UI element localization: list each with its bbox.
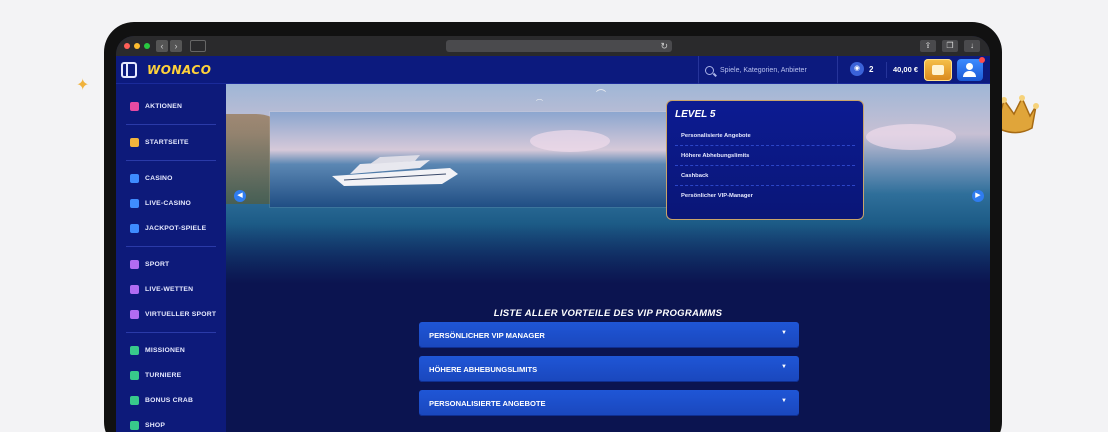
carousel-prev-button[interactable]: ◀: [234, 190, 246, 202]
vip-hero-banner: ⌒ ⌒ ◀ ▶ LEVEL 5 Personalisierte Angebote…: [226, 84, 990, 284]
tabs-icon[interactable]: ❐: [942, 40, 958, 52]
sidebar-divider: [126, 124, 216, 125]
level-benefit: Cashback: [675, 166, 855, 186]
browser-chrome: ‹ › ↻ ⇪ ❐ ↓: [116, 36, 990, 56]
close-window-icon[interactable]: [124, 43, 130, 49]
back-icon[interactable]: ‹: [156, 40, 168, 52]
missions-icon: [130, 346, 139, 355]
url-bar[interactable]: ↻: [446, 40, 672, 52]
sidebar-item-casino[interactable]: CASINO: [116, 166, 226, 191]
sidebar-item-bonus-crab[interactable]: BONUS CRAB: [116, 388, 226, 413]
seagull-icon: ⌒: [596, 90, 606, 101]
live-betting-icon: [130, 285, 139, 294]
minimize-window-icon[interactable]: [134, 43, 140, 49]
sidebar-item-label: SHOP: [145, 422, 166, 429]
shop-icon: [130, 421, 139, 430]
search-placeholder: Spiele, Kategorien, Anbieter: [720, 66, 807, 74]
sport-icon: [130, 260, 139, 269]
yacht-image: [270, 112, 670, 207]
sidebar-item-jackpot-spiele[interactable]: JACKPOT-SPIELE: [116, 216, 226, 241]
level-benefit: Personalisierte Angebote: [675, 126, 855, 146]
hero-fade: [226, 224, 990, 284]
accordion-label: PERSÖNLICHER VIP MANAGER: [429, 330, 545, 340]
accordion-personalisierte-angebote[interactable]: PERSONALISIERTE ANGEBOTE ▼: [419, 390, 799, 416]
chevron-down-icon: ▼: [781, 330, 787, 336]
accordion-label: HÖHERE ABHEBUNGSLIMITS: [429, 364, 538, 374]
forward-icon[interactable]: ›: [170, 40, 182, 52]
accordion-vip-manager[interactable]: PERSÖNLICHER VIP MANAGER ▼: [419, 322, 799, 348]
cloud-scenery: [866, 124, 956, 150]
chevron-down-icon: ▼: [781, 364, 787, 370]
sidebar-item-live-wetten[interactable]: LIVE-WETTEN: [116, 277, 226, 302]
maximize-window-icon[interactable]: [144, 43, 150, 49]
live-casino-icon: [130, 199, 139, 208]
coins-widget[interactable]: ◉ 2: [850, 62, 873, 76]
sidebar-divider: [126, 246, 216, 247]
sidebar-menu-icon[interactable]: [121, 61, 137, 78]
sidebar-item-turniere[interactable]: TURNIERE: [116, 363, 226, 388]
coin-count: 2: [869, 64, 874, 74]
sidebar-item-label: AKTIONEN: [145, 103, 183, 110]
sidebar-divider: [126, 160, 216, 161]
browser-sidebar-icon[interactable]: [190, 40, 206, 52]
laptop-frame: ‹ › ↻ ⇪ ❐ ↓ WONACO Spiele, Kategorien, A…: [104, 22, 1002, 432]
sidebar-item-aktionen[interactable]: AKTIONEN: [116, 94, 226, 119]
level-benefit: Höhere Abhebungslimits: [675, 146, 855, 166]
balance-display[interactable]: 40,00 €: [886, 62, 924, 78]
virtual-sport-icon: [130, 310, 139, 319]
reload-icon[interactable]: ↻: [660, 40, 668, 52]
browser-actions: ⇪ ❐ ↓: [920, 40, 980, 52]
sidebar-item-label: JACKPOT-SPIELE: [145, 225, 207, 232]
sidebar-item-label: LIVE-WETTEN: [145, 286, 194, 293]
wallet-button[interactable]: [924, 59, 952, 81]
yacht-icon: [332, 155, 458, 186]
cloud-scenery: [530, 130, 610, 152]
jackpot-icon: [130, 224, 139, 233]
sidebar-item-missionen[interactable]: MISSIONEN: [116, 338, 226, 363]
sidebar-item-live-casino[interactable]: LIVE-CASINO: [116, 191, 226, 216]
seagull-icon: ⌒: [536, 100, 543, 107]
home-icon: [130, 138, 139, 147]
accordion-abhebungslimits[interactable]: HÖHERE ABHEBUNGSLIMITS ▼: [419, 356, 799, 382]
search-icon: [705, 65, 714, 75]
sidebar-item-label: VIRTUELLER SPORT: [145, 311, 217, 318]
benefits-title: LISTE ALLER VORTEILE DES VIP PROGRAMMS: [493, 308, 723, 319]
sidebar-divider: [126, 332, 216, 333]
site-logo[interactable]: WONACO: [147, 63, 211, 77]
sidebar: AKTIONEN STARTSEITE CASINO LIVE-CASINO J…: [116, 84, 226, 432]
sidebar-item-label: SPORT: [145, 261, 170, 268]
notification-badge: [979, 57, 985, 63]
share-icon[interactable]: ⇪: [920, 40, 936, 52]
level-benefit: Persönlicher VIP-Manager: [681, 193, 753, 199]
sidebar-item-shop[interactable]: SHOP: [116, 413, 226, 432]
level-title: LEVEL 5: [675, 109, 716, 120]
gift-icon: [130, 102, 139, 111]
sparkle-decoration-icon: ✦: [76, 77, 90, 94]
benefits-section: LISTE ALLER VORTEILE DES VIP PROGRAMMS P…: [226, 284, 990, 432]
accordion-label: PERSONALISIERTE ANGEBOTE: [429, 398, 546, 408]
sidebar-item-label: TURNIERE: [145, 372, 182, 379]
bonus-crab-icon: [130, 396, 139, 405]
coin-icon: ◉: [850, 62, 864, 76]
sidebar-item-label: LIVE-CASINO: [145, 200, 192, 207]
sidebar-item-startseite[interactable]: STARTSEITE: [116, 130, 226, 155]
carousel-next-button[interactable]: ▶: [972, 190, 984, 202]
sidebar-item-label: CASINO: [145, 175, 173, 182]
sidebar-item-label: MISSIONEN: [145, 347, 185, 354]
profile-button[interactable]: [957, 57, 985, 81]
search-input[interactable]: Spiele, Kategorien, Anbieter: [698, 56, 838, 84]
chevron-down-icon: ▼: [781, 398, 787, 404]
level-card: LEVEL 5 Personalisierte Angebote Höhere …: [666, 100, 864, 220]
slot-machine-icon: [130, 174, 139, 183]
sidebar-item-label: BONUS CRAB: [145, 397, 194, 404]
sidebar-item-label: STARTSEITE: [145, 139, 189, 146]
sidebar-item-virtueller-sport[interactable]: VIRTUELLER SPORT: [116, 302, 226, 327]
tournament-icon: [130, 371, 139, 380]
download-icon[interactable]: ↓: [964, 40, 980, 52]
sidebar-item-sport[interactable]: SPORT: [116, 252, 226, 277]
site-header: WONACO Spiele, Kategorien, Anbieter ◉ 2 …: [116, 56, 990, 84]
screen: ‹ › ↻ ⇪ ❐ ↓ WONACO Spiele, Kategorien, A…: [116, 36, 990, 432]
